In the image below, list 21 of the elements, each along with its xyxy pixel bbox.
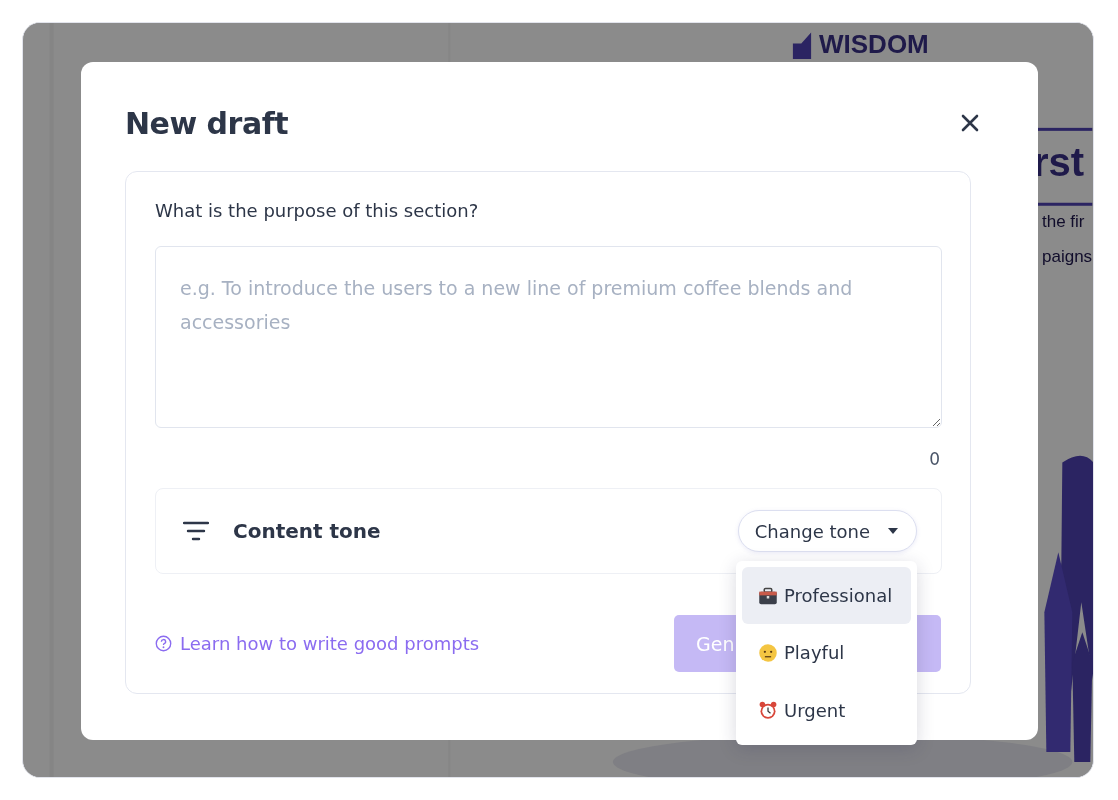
menu-item[interactable]: Urgent bbox=[742, 681, 911, 739]
body-text: the fir bbox=[1042, 211, 1085, 233]
purpose-field[interactable]: e.g. To introduce the users to a new line of premium coffee blends and accessories bbox=[155, 246, 942, 428]
dialog-title: New draft bbox=[125, 105, 289, 141]
face-icon bbox=[758, 643, 778, 663]
caret-icon bbox=[888, 528, 898, 534]
filter-icon bbox=[183, 521, 209, 541]
character-counter: 0 bbox=[928, 448, 940, 470]
body-text: paigns bbox=[1042, 246, 1093, 268]
menu-item[interactable]: Professional bbox=[742, 567, 911, 625]
help-icon bbox=[155, 635, 172, 652]
field-label: What is the purpose of this section? bbox=[155, 199, 480, 223]
section-label: Content tone bbox=[233, 519, 382, 543]
briefcase-icon bbox=[758, 585, 778, 606]
menu-item[interactable]: Playful bbox=[742, 624, 911, 682]
logo-text: WISDOM bbox=[819, 29, 929, 59]
alarm-clock-icon bbox=[758, 700, 778, 721]
change-tone-dropdown[interactable]: Change tone bbox=[737, 510, 917, 552]
help-link[interactable]: Learn how to write good prompts bbox=[155, 633, 480, 654]
logo-icon bbox=[791, 31, 813, 59]
close-icon bbox=[960, 113, 980, 133]
